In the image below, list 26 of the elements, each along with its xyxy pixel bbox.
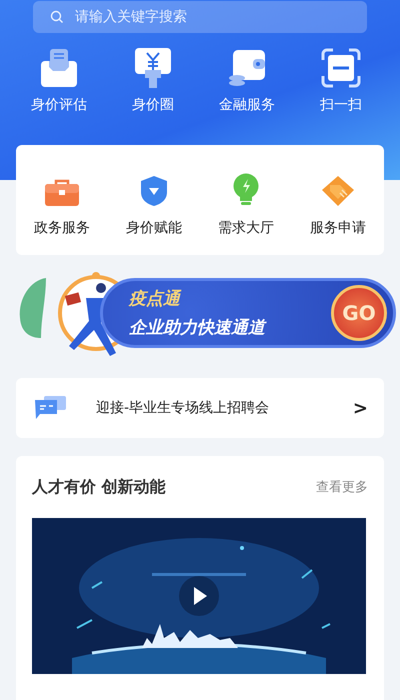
service-button[interactable]: 身价赋能 [111,163,197,237]
chat-icon [34,396,66,420]
notice-card[interactable]: 迎接-毕业生专场线上招聘会 > [16,378,384,438]
action-button[interactable]: 身价评估 [19,48,99,114]
briefcase-icon [44,179,80,207]
inbox-icon [39,48,79,88]
service-button[interactable]: 需求大厅 [203,163,289,237]
shield-icon [140,175,168,207]
action-button[interactable]: 金融服务 [207,48,287,114]
service-button[interactable]: 服务申请 [295,163,381,237]
chevron-icon: > [352,398,368,418]
action-button[interactable]: 身价圈 [113,48,193,114]
action-button[interactable]: 扫一扫 [301,48,381,114]
section-title: 人才有价 创新动能 [32,476,166,498]
yuan-icon [133,48,173,88]
play-icon[interactable] [179,576,219,616]
search-icon [50,10,64,24]
view-more-link[interactable]: 查看更多 [316,478,368,496]
banner-title: 疫点通 [129,288,182,310]
banner-subtitle: 企业助力快速通道 [129,317,265,339]
promo-banner[interactable]: 疫点通 企业助力快速通道 GO [100,278,396,348]
notice-text: 迎接-毕业生专场线上招聘会 [96,399,270,417]
service-button[interactable]: 政务服务 [19,163,105,237]
lightbulb-icon [232,173,260,207]
scan-icon [321,48,361,88]
wallet-icon [227,48,267,88]
